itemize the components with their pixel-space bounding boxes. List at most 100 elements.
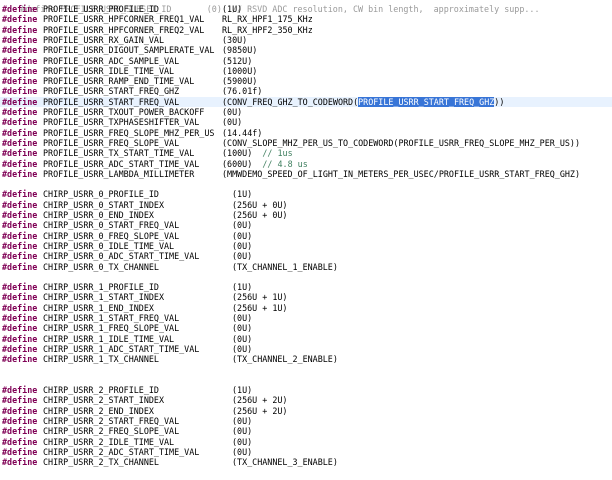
code-line[interactable]: #define CHIRP_USRR_0_PROFILE_ID (1U) <box>0 189 612 199</box>
code-line[interactable]: #define CHIRP_USRR_1_FREQ_SLOPE_VAL (0U) <box>0 323 612 333</box>
code-line[interactable]: #define CHIRP_USRR_1_IDLE_TIME_VAL (0U) <box>0 334 612 344</box>
macro-value-text: (30U) <box>222 34 248 45</box>
macro-name: PROFILE_USRR_TXPHASESHIFTER_VAL <box>43 117 200 128</box>
define-keyword: #define <box>2 292 38 303</box>
code-line[interactable]: #define CHIRP_USRR_1_ADC_START_TIME_VAL (0… <box>0 344 612 354</box>
macro-name: CHIRP_USRR_1_IDLE_TIME_VAL <box>43 333 175 344</box>
macro-value: (256U + 0U) <box>232 210 287 220</box>
define-keyword: #define <box>2 343 38 354</box>
macro-value-text: (0U) <box>232 220 253 231</box>
macro-name: CHIRP_USRR_0_ADC_START_TIME_VAL <box>43 251 200 262</box>
code-line[interactable]: #define CHIRP_USRR_0_TX_CHANNEL (TX_CHANNE… <box>0 262 612 272</box>
macro-name: PROFILE_USRR_FREQ_SLOPE_VAL <box>43 137 180 148</box>
code-line[interactable]: #define CHIRP_USRR_1_PROFILE_ID (1U) <box>0 282 612 292</box>
macro-name: CHIRP_USRR_2_START_FREQ_VAL <box>43 416 180 426</box>
macro-value: (1U) <box>232 282 252 292</box>
code-line[interactable]: #define CHIRP_USRR_1_TX_CHANNEL (TX_CHANNE… <box>0 354 612 364</box>
macro-value-text: (TX_CHANNEL_2_ENABLE) <box>232 354 338 365</box>
code-line-blank[interactable] <box>0 179 612 189</box>
code-line[interactable]: #define CHIRP_USRR_0_ADC_START_TIME_VAL (0… <box>0 251 612 261</box>
macro-value: RL_RX_HPF1_175_KHz <box>222 14 313 24</box>
macro-value: (0U) <box>232 447 252 457</box>
code-line[interactable]: #define PROFILE_USRR_DIGOUT_SAMPLERATE_VA… <box>0 45 612 55</box>
code-line[interactable]: #define CHIRP_USRR_2_START_FREQ_VAL (0U) <box>0 416 612 426</box>
macro-value-text: (600U) <box>222 158 253 169</box>
define-keyword: #define <box>2 210 38 220</box>
code-line[interactable]: #define CHIRP_USRR_1_START_INDEX (256U + 1… <box>0 292 612 302</box>
code-line[interactable]: #define PROFILE_USRR_PROFILE_ID (1U) <box>0 4 612 14</box>
macro-value: (0U) <box>232 251 252 261</box>
macro-name: PROFILE_USRR_DIGOUT_SAMPLERATE_VAL <box>43 45 215 56</box>
code-line[interactable]: #define CHIRP_USRR_0_FREQ_SLOPE_VAL (0U) <box>0 231 612 241</box>
code-line[interactable]: #define PROFILE_USRR_LAMBDA_MILLIMETER (MM… <box>0 169 612 179</box>
macro-name: CHIRP_USRR_1_END_INDEX <box>43 302 154 313</box>
macro-value-text: (0U) <box>232 426 253 437</box>
code-line[interactable]: #define PROFILE_USRR_ADC_SAMPLE_VAL (512U) <box>0 56 612 66</box>
code-line[interactable]: #define CHIRP_USRR_2_ADC_START_TIME_VAL (0… <box>0 447 612 457</box>
macro-value: (0U) <box>232 426 252 436</box>
macro-value-text: (1000U) <box>222 65 258 76</box>
selected-text[interactable]: PROFILE_USRR_START_FREQ_GHZ <box>358 96 495 107</box>
code-line-blank[interactable] <box>0 365 612 375</box>
code-line[interactable]: #define CHIRP_USRR_1_END_INDEX (256U + 1U) <box>0 303 612 313</box>
define-keyword: #define <box>2 137 38 148</box>
macro-value: (0U) <box>232 231 252 241</box>
code-line[interactable]: #define CHIRP_USRR_0_IDLE_TIME_VAL (0U) <box>0 241 612 251</box>
code-editor[interactable]: #define PROFILE_USRR_SUBSET_ID (0) // RS… <box>0 0 612 480</box>
code-line[interactable]: #define CHIRP_USRR_2_TX_CHANNEL (TX_CHANNE… <box>0 457 612 467</box>
code-line[interactable]: #define CHIRP_USRR_2_START_INDEX (256U + 2… <box>0 395 612 405</box>
code-line[interactable]: #define PROFILE_USRR_HPFCORNER_FREQ2_VAL R… <box>0 25 612 35</box>
macro-value-text: RL_RX_HPF2_350_KHz <box>222 24 313 35</box>
code-line[interactable]: #define CHIRP_USRR_0_START_INDEX (256U + 0… <box>0 200 612 210</box>
code-line[interactable]: #define CHIRP_USRR_0_START_FREQ_VAL (0U) <box>0 220 612 230</box>
code-line[interactable]: #define PROFILE_USRR_FREQ_SLOPE_MHZ_PER_U… <box>0 128 612 138</box>
macro-value: (0U) <box>232 344 252 354</box>
code-line[interactable]: #define CHIRP_USRR_2_IDLE_TIME_VAL (0U) <box>0 437 612 447</box>
macro-value: (600U) // 4.8 us <box>222 159 308 169</box>
macro-value-text: (CONV_SLOPE_MHZ_PER_US_TO_CODEWORD(PROFI… <box>222 137 580 148</box>
code-line[interactable]: #define PROFILE_USRR_TX_START_TIME_VAL (10… <box>0 148 612 158</box>
macro-value-text: (0U) <box>232 313 253 323</box>
code-line[interactable]: #define PROFILE_USRR_TXPHASESHIFTER_VAL (0… <box>0 117 612 127</box>
macro-value: (100U) // 1us <box>222 148 293 158</box>
code-line[interactable]: #define CHIRP_USRR_2_FREQ_SLOPE_VAL (0U) <box>0 426 612 436</box>
define-keyword: #define <box>2 385 38 396</box>
macro-value: (MMWDEMO_SPEED_OF_LIGHT_IN_METERS_PER_US… <box>222 169 580 179</box>
code-line[interactable]: #define PROFILE_USRR_ADC_START_TIME_VAL (6… <box>0 159 612 169</box>
code-line[interactable]: #define PROFILE_USRR_HPFCORNER_FREQ1_VAL R… <box>0 14 612 24</box>
code-line[interactable]: #define PROFILE_USRR_RAMP_END_TIME_VAL (59… <box>0 76 612 86</box>
code-line-blank[interactable] <box>0 272 612 282</box>
code-line[interactable]: #define PROFILE_USRR_IDLE_TIME_VAL (1000U) <box>0 66 612 76</box>
macro-value-text: (9850U) <box>222 45 258 56</box>
macro-value-text: (100U) <box>222 148 253 159</box>
code-line[interactable]: #define CHIRP_USRR_2_END_INDEX (256U + 2U) <box>0 406 612 416</box>
macro-value: (0U) <box>232 323 252 333</box>
macro-name: PROFILE_USRR_TX_START_TIME_VAL <box>43 148 195 159</box>
define-keyword: #define <box>2 302 38 313</box>
macro-name: CHIRP_USRR_0_START_FREQ_VAL <box>43 220 180 231</box>
define-keyword: #define <box>2 446 38 457</box>
code-line[interactable]: #define CHIRP_USRR_1_START_FREQ_VAL (0U) <box>0 313 612 323</box>
macro-value: (256U + 1U) <box>232 292 287 302</box>
macro-value: (76.01f) <box>222 86 262 96</box>
macro-value: (TX_CHANNEL_3_ENABLE) <box>232 457 338 467</box>
macro-value-text: (1U) <box>232 282 253 293</box>
code-line[interactable]: #define PROFILE_USRR_TXOUT_POWER_BACKOFF (… <box>0 107 612 117</box>
macro-value: (0U) <box>222 117 242 127</box>
code-line-blank[interactable] <box>0 375 612 385</box>
macro-name: CHIRP_USRR_2_ADC_START_TIME_VAL <box>43 446 200 457</box>
macro-value: (0U) <box>222 107 242 117</box>
macro-value: (0U) <box>232 334 252 344</box>
code-line[interactable]: #define CHIRP_USRR_0_END_INDEX (256U + 0U) <box>0 210 612 220</box>
code-line[interactable]: #define PROFILE_USRR_RX_GAIN_VAL (30U) <box>0 35 612 45</box>
macro-value-text: (1U) <box>222 4 243 14</box>
code-line[interactable]: #define PROFILE_USRR_FREQ_SLOPE_VAL (CONV_… <box>0 138 612 148</box>
code-line[interactable]: #define PROFILE_USRR_START_FREQ_GHZ (76.01… <box>0 86 612 96</box>
define-keyword: #define <box>2 127 38 138</box>
macro-name: PROFILE_USRR_FREQ_SLOPE_MHZ_PER_US <box>43 127 215 138</box>
define-keyword: #define <box>2 76 38 87</box>
code-line[interactable]: #define PROFILE_USRR_START_FREQ_VAL (CONV_… <box>0 96 612 107</box>
code-line[interactable]: #define CHIRP_USRR_2_PROFILE_ID (1U) <box>0 385 612 395</box>
macro-value-tail: )) <box>494 96 505 107</box>
macro-value: (0U) <box>232 437 252 447</box>
